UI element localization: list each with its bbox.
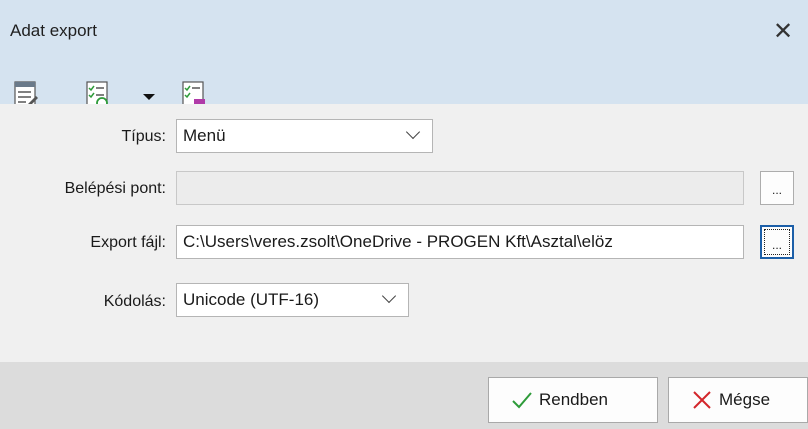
chevron-down-icon [381,288,397,304]
focus-rectangle [764,229,790,255]
ok-button-label: Rendben [539,390,609,409]
entry-point-field [176,171,744,205]
encoding-select[interactable]: Unicode (UTF-16) [176,283,409,317]
checkmark-icon [512,392,532,409]
export-file-field[interactable]: C:\Users\veres.zsolt\OneDrive - PROGEN K… [176,225,744,259]
type-value: Menü [183,126,226,145]
window-title: Adat export [10,21,97,40]
type-label: Típus: [121,128,166,145]
close-icon[interactable]: ✕ [770,18,796,45]
type-select[interactable]: Menü [176,119,433,153]
entry-point-browse-button[interactable]: ... [760,171,794,205]
checklist-purple-icon[interactable] [182,80,206,104]
list-edit-icon[interactable] [14,80,38,104]
entry-point-label: Belépési pont: [64,180,166,197]
checklist-refresh-icon[interactable] [86,80,110,104]
dropdown-arrow-icon[interactable] [143,94,155,100]
cancel-button-label: Mégse [719,390,771,409]
toolbar [0,64,808,104]
export-file-label: Export fájl: [90,234,166,251]
cancel-button[interactable]: Mégse [668,377,808,423]
export-file-browse-button[interactable]: ... [760,225,794,259]
title-bar: Adat export ✕ [0,0,808,64]
ok-button[interactable]: Rendben [488,377,658,423]
chevron-down-icon [405,124,421,140]
encoding-label: Kódolás: [103,293,166,310]
close-x-icon [693,391,711,409]
encoding-value: Unicode (UTF-16) [183,290,320,309]
